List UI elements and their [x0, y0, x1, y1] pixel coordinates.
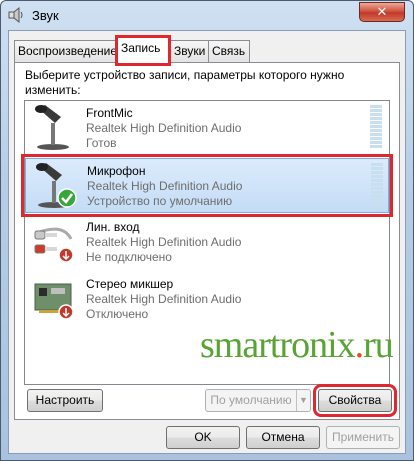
tab-playback-label: Воспроизведение: [18, 44, 118, 58]
device-status: Готов: [86, 136, 117, 150]
list-item-microphone[interactable]: Микрофон Realtek High Definition Audio У…: [21, 154, 393, 217]
cancel-button[interactable]: Отмена: [246, 426, 320, 449]
apply-button[interactable]: Применить: [326, 426, 400, 449]
ok-button-label: OK: [194, 430, 212, 444]
sound-card-icon: [34, 283, 74, 320]
tab-communications[interactable]: Связь: [208, 40, 250, 62]
properties-button-label: Свойства: [328, 393, 382, 407]
sound-dialog-window: Звук ✕ Воспроизведение Запись Звуки Связ…: [0, 0, 414, 461]
watermark-text: smartronix.ru: [200, 323, 394, 367]
device-status: Устройство по умолчанию: [87, 194, 233, 208]
configure-button[interactable]: Настроить: [27, 389, 103, 412]
recording-device-list[interactable]: FrontMic Realtek High Definition Audio Г…: [21, 100, 394, 385]
list-item-frontmic[interactable]: FrontMic Realtek High Definition Audio Г…: [25, 101, 389, 156]
window-title: Звук: [32, 8, 59, 23]
tab-communications-label: Связь: [212, 44, 246, 58]
set-default-button[interactable]: По умолчанию ▼: [205, 389, 311, 412]
apply-button-label: Применить: [331, 430, 394, 444]
level-meter: [371, 163, 383, 209]
device-name: Микрофон: [87, 164, 146, 178]
device-driver: Realtek High Definition Audio: [87, 179, 243, 193]
list-item-stereo-mix[interactable]: Стерео микшер Realtek High Definition Au…: [25, 272, 389, 327]
watermark-dot: .: [354, 324, 364, 366]
microphone-icon: [35, 105, 69, 150]
close-icon: ✕: [376, 4, 388, 19]
device-name: FrontMic: [86, 106, 133, 120]
recording-panel: Выберите устройство записи, параметры ко…: [14, 62, 400, 420]
cancel-button-label: Отмена: [261, 430, 305, 444]
device-name: Стерео микшер: [86, 277, 174, 291]
tab-recording-label: Запись: [121, 41, 161, 55]
tab-sounds[interactable]: Звуки: [170, 40, 209, 62]
chevron-down-icon[interactable]: ▼: [296, 390, 310, 411]
configure-button-label: Настроить: [35, 393, 95, 407]
tab-playback[interactable]: Воспроизведение: [14, 40, 118, 62]
watermark-main: smartronix: [200, 324, 356, 366]
tab-sounds-label: Звуки: [174, 44, 206, 58]
speaker-icon: [8, 7, 23, 23]
panel-description: Выберите устройство записи, параметры ко…: [25, 68, 345, 97]
dialog-client-area: Воспроизведение Запись Звуки Связь Выбер…: [8, 30, 406, 454]
tab-recording[interactable]: Запись: [115, 35, 171, 66]
ok-button[interactable]: OK: [166, 426, 240, 449]
device-status: Отключено: [86, 307, 149, 321]
watermark-tld: ru: [363, 324, 394, 366]
device-driver: Realtek High Definition Audio: [86, 235, 242, 249]
close-button[interactable]: ✕: [359, 2, 405, 22]
list-item-line-in[interactable]: Лин. вход Realtek High Definition Audio …: [25, 215, 389, 270]
device-driver: Realtek High Definition Audio: [86, 292, 242, 306]
device-name: Лин. вход: [86, 220, 140, 234]
microphone-default-icon: [36, 163, 77, 208]
line-in-icon: [34, 227, 74, 263]
properties-button[interactable]: Свойства: [313, 384, 397, 417]
device-status: Не подключено: [86, 250, 172, 264]
set-default-button-label: По умолчанию: [210, 393, 292, 407]
title-bar[interactable]: Звук ✕: [1, 1, 413, 29]
level-meter: [370, 105, 382, 151]
device-driver: Realtek High Definition Audio: [86, 121, 242, 135]
